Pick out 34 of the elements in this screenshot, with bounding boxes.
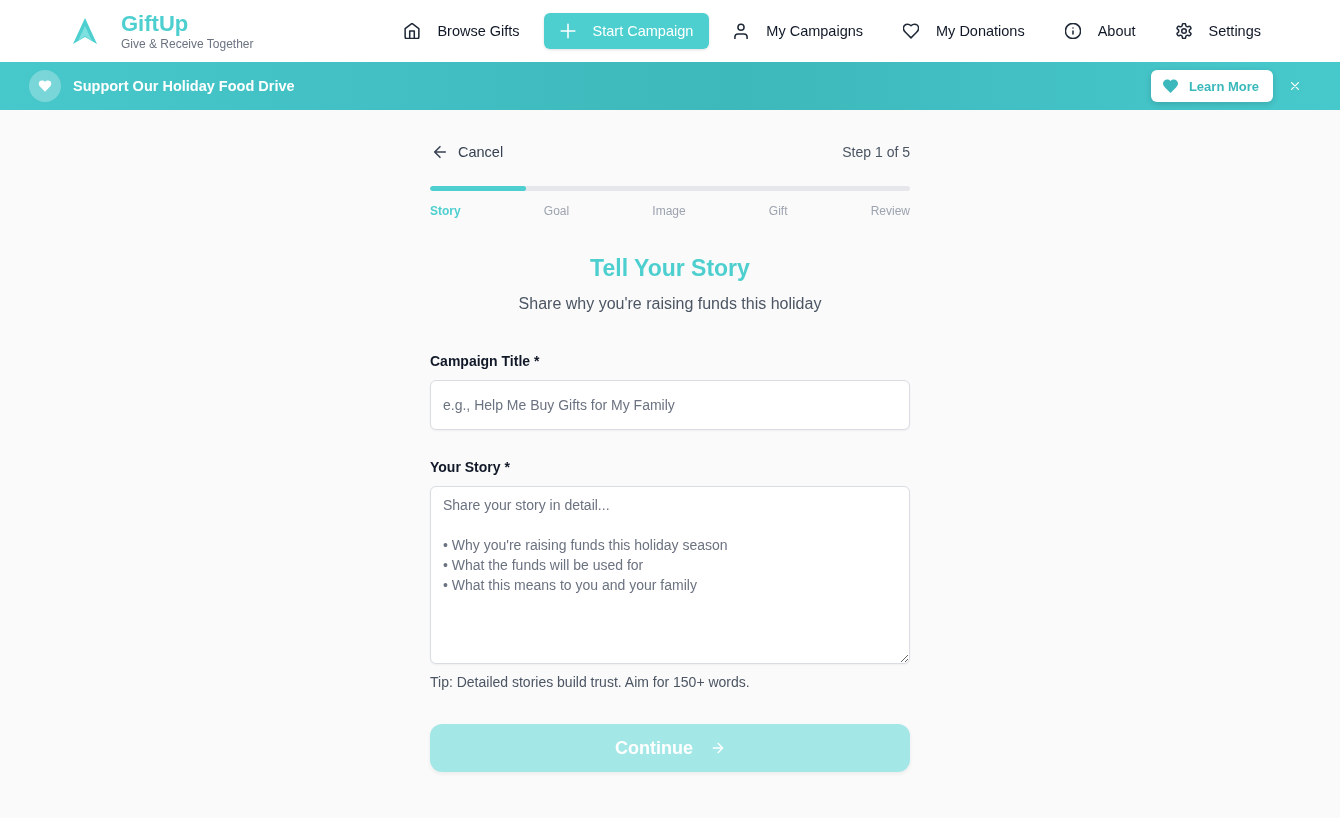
step-label: Image: [652, 203, 686, 219]
logo-title: GiftUp: [121, 11, 190, 36]
info-icon: [1064, 23, 1081, 39]
settings-icon: [1175, 23, 1192, 39]
nav-link[interactable]: Settings: [1159, 13, 1277, 49]
nav-link[interactable]: About: [1048, 13, 1152, 49]
step-label: Review: [870, 203, 910, 219]
arrow-right-icon: [711, 741, 725, 755]
plus-icon: [559, 23, 576, 39]
logo-tagline: Give & Receive Together: [121, 36, 254, 51]
step-label: Goal: [543, 203, 570, 219]
cancel-link[interactable]: Cancel: [430, 144, 504, 160]
field-label: Your Story *: [430, 458, 511, 477]
step-counter: Step 1 of 5: [842, 144, 910, 160]
logo-icon: [73, 18, 97, 44]
banner-title: Support Our Holiday Food Drive: [73, 78, 295, 94]
home-icon: [404, 23, 421, 39]
title-field[interactable]: e.g., Help Me Buy Gifts for My Family: [430, 380, 910, 430]
form-subheading: Share why you're raising funds this holiday: [517, 294, 823, 314]
story-field[interactable]: Share your story in detail... • Why you're raising funds this holiday season • What the funds will be used for • What this means to you and your family: [430, 486, 910, 664]
step-label: Story: [430, 203, 461, 219]
nav-link[interactable]: My Donations: [887, 13, 1041, 49]
user-icon: [733, 23, 750, 39]
nav-link[interactable]: My Campaigns: [717, 13, 880, 49]
heart-icon: [1162, 79, 1178, 93]
nav-link[interactable]: Browse Gifts: [388, 13, 536, 49]
heart-icon: [903, 23, 920, 39]
field-hint: Tip: Detailed stories build trust. Aim for 150+ words.: [430, 673, 751, 692]
field-label: Campaign Title *: [430, 352, 541, 371]
step-label: Gift: [768, 203, 788, 219]
close-icon: [1289, 80, 1301, 92]
arrow-left-icon: [432, 144, 448, 160]
form-heading: Tell Your Story: [589, 254, 751, 283]
close-button[interactable]: [1289, 80, 1301, 92]
